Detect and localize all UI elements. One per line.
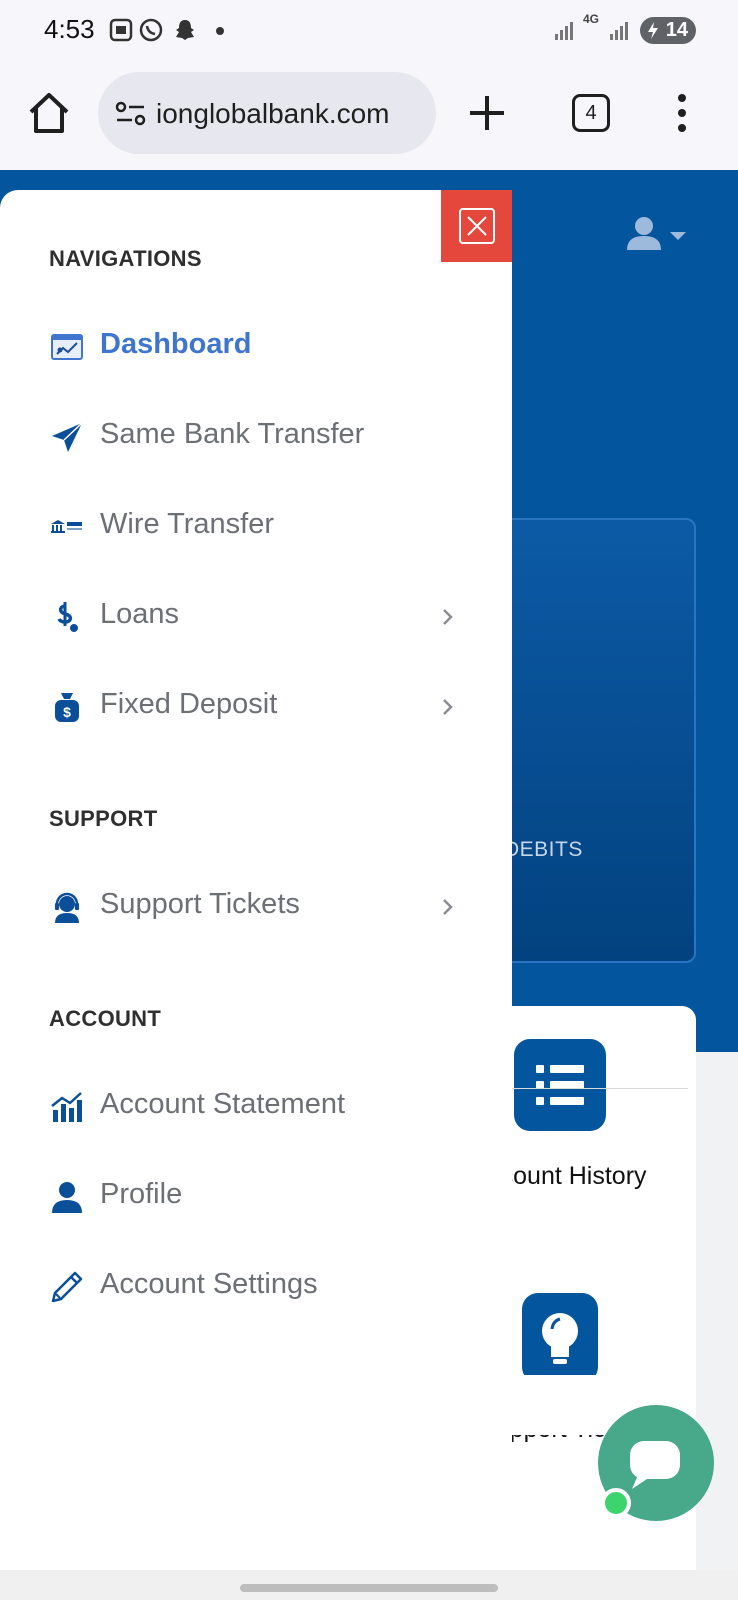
home-gesture-handle[interactable] (240, 1584, 498, 1592)
chevron-right-icon (443, 609, 453, 625)
whatsapp-icon (139, 18, 163, 42)
online-status-indicator (601, 1488, 631, 1518)
browser-toolbar: ionglobalbank.com 4 (0, 60, 738, 170)
dashboard-icon (51, 334, 83, 360)
chevron-right-icon (443, 699, 453, 715)
bank-icon (51, 520, 82, 533)
status-time: 4:53 (44, 14, 95, 44)
url-text[interactable]: ionglobalbank.com (156, 98, 426, 130)
user-icon (52, 1182, 82, 1213)
nav-label-account-statement: Account Statement (100, 1088, 346, 1120)
nav-label-dashboard: Dashboard (100, 328, 252, 360)
nav-label-account-settings: Account Settings (100, 1268, 318, 1300)
signal-icon (555, 22, 573, 40)
signal-icon-2 (610, 22, 628, 40)
nav-item-profile[interactable]: Profile (0, 1166, 512, 1226)
gesture-bar (0, 1570, 738, 1600)
battery-indicator: 14 (640, 17, 696, 44)
section-support: SUPPORT (49, 806, 158, 831)
nav-item-account-statement[interactable]: Account Statement (0, 1076, 512, 1136)
svg-text:$: $ (63, 704, 71, 720)
chart-icon (51, 1092, 82, 1122)
nav-item-loans[interactable]: Loans (0, 586, 512, 646)
close-icon (458, 208, 495, 244)
nav-item-same-bank-transfer[interactable]: Same Bank Transfer (0, 406, 512, 466)
nav-item-fixed-deposit[interactable]: $ Fixed Deposit (0, 676, 512, 736)
nav-item-account-settings[interactable]: Account Settings (0, 1256, 512, 1316)
paper-plane-icon (52, 422, 83, 452)
nav-item-support-tickets[interactable]: Support Tickets (0, 876, 512, 936)
lightbulb-icon (542, 1313, 578, 1364)
close-drawer-button[interactable] (441, 190, 512, 262)
chevron-right-icon (443, 899, 453, 915)
debits-label: DEBITS (504, 838, 583, 861)
nav-label-profile: Profile (100, 1178, 183, 1210)
navigation-drawer: NAVIGATIONS Dashboard Same Bank Transfer… (0, 190, 512, 1570)
battery-level: 14 (665, 19, 688, 41)
pencil-icon (51, 1271, 83, 1303)
nav-label-fixed-deposit: Fixed Deposit (100, 688, 278, 720)
new-tab-icon[interactable] (466, 92, 508, 134)
user-menu-icon[interactable] (624, 216, 696, 256)
charging-icon (648, 22, 658, 39)
snapchat-icon (176, 20, 194, 40)
money-bag-icon: $ (55, 693, 79, 722)
more-options-icon[interactable] (672, 92, 692, 134)
nav-label-same-bank-transfer: Same Bank Transfer (100, 418, 365, 450)
nav-label-loans: Loans (100, 598, 180, 630)
nav-item-dashboard[interactable]: Dashboard (0, 316, 512, 376)
notification-dot (216, 27, 224, 35)
tab-switcher-button[interactable]: 4 (572, 94, 610, 132)
action-divider (500, 1088, 688, 1089)
dollar-hand-icon (57, 602, 78, 632)
nav-label-wire-transfer: Wire Transfer (100, 508, 275, 540)
address-bar[interactable]: ionglobalbank.com (98, 72, 436, 154)
home-icon[interactable] (26, 90, 72, 136)
section-account: ACCOUNT (49, 1006, 162, 1031)
list-icon (536, 1065, 584, 1105)
support-ticket-tile[interactable] (522, 1293, 598, 1383)
section-navigations: NAVIGATIONS (49, 246, 202, 271)
status-bar: 4:53 4G 14 (0, 0, 738, 60)
headset-icon (55, 892, 79, 923)
account-history-tile[interactable] (514, 1039, 606, 1131)
network-type: 4G (583, 12, 600, 26)
nav-item-wire-transfer[interactable]: Wire Transfer (0, 496, 512, 556)
site-settings-icon[interactable] (114, 100, 148, 128)
screenshot-icon (109, 18, 133, 42)
nav-label-support-tickets: Support Tickets (100, 888, 300, 920)
